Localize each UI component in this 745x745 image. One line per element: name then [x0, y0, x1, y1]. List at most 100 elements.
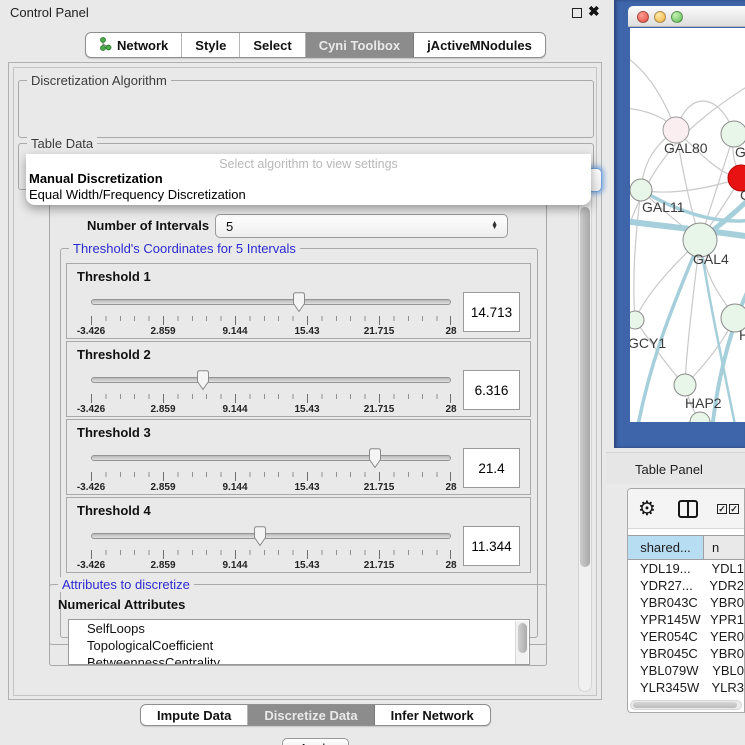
cyni-mode-tabs: Impute Data Discretize Data Infer Networ… [140, 704, 491, 726]
numerical-attributes-label: Numerical Attributes [58, 597, 185, 612]
threshold-2-value-field[interactable]: 6.316 [463, 370, 520, 410]
threshold-1-slider[interactable] [91, 292, 451, 316]
tab-discretize-data[interactable]: Discretize Data [248, 705, 374, 725]
slider-track[interactable] [91, 533, 451, 539]
table-panel-body: ⚙ ✓ ✓ shared... n YDL19...YDL1 YDR27...Y… [627, 488, 745, 713]
slider-track[interactable] [91, 377, 451, 383]
numerical-attributes-list[interactable]: SelfLoops TopologicalCoefficient Between… [68, 619, 530, 665]
threshold-3-label: Threshold 3 [77, 425, 151, 440]
table-row[interactable]: YBR043CYBR0 [628, 594, 744, 611]
slider-tick-labels: -3.426 2.859 9.144 15.43 21.715 28 [91, 326, 451, 338]
control-panel-titlebar: Control Panel ✖ [0, 0, 610, 24]
table-horizontal-scrollbar[interactable] [630, 700, 742, 710]
node-label: GA [735, 144, 745, 160]
tab-style[interactable]: Style [182, 33, 240, 57]
threshold-4-slider[interactable] [91, 526, 451, 550]
tab-jactivemnodules-label: jActiveMNodules [427, 38, 532, 53]
algorithm-option-manual[interactable]: Manual Discretization [29, 171, 163, 186]
table-panel-title: Table Panel [635, 462, 703, 477]
tab-discretize-data-label: Discretize Data [264, 708, 357, 723]
slider-track[interactable] [91, 299, 451, 305]
gear-icon[interactable]: ⚙ [638, 496, 656, 521]
slider-thumb[interactable] [367, 448, 383, 469]
close-traffic-light-icon[interactable] [637, 11, 649, 23]
panel-scrollbar-thumb[interactable] [580, 207, 590, 567]
zoom-traffic-light-icon[interactable] [671, 11, 683, 23]
screen: Control Panel ✖ Network Style Select Cyn… [0, 0, 745, 745]
slider-track[interactable] [91, 455, 451, 461]
column-header-shared-name[interactable]: shared... [628, 536, 704, 559]
network-view-window[interactable]: GAL80 GA C GAL11 GAL4 GCY1 H HAP2 [614, 0, 745, 448]
split-view-icon[interactable] [678, 500, 698, 518]
column-header-name[interactable]: n [704, 536, 744, 559]
threshold-3-panel: Threshold 3 -3.426 2.859 9.144 15.43 21.… [66, 419, 531, 495]
slider-thumb[interactable] [252, 526, 268, 547]
node-gal11[interactable] [630, 179, 652, 201]
node-label: HAP2 [685, 395, 722, 411]
control-panel-tabs: Network Style Select Cyni Toolbox jActiv… [85, 32, 546, 58]
table-row[interactable]: YLR345WYLR3 [628, 679, 744, 696]
panel-scrollbar[interactable] [578, 192, 592, 692]
threshold-3-value-field[interactable]: 21.4 [463, 448, 520, 488]
slider-ticks [91, 394, 451, 404]
list-item[interactable]: BetweennessCentrality [69, 654, 529, 665]
node-bottom-partial[interactable] [690, 412, 710, 422]
number-of-intervals-label: Number of Intervals [87, 218, 209, 233]
algorithm-option-equal-width[interactable]: Equal Width/Frequency Discretization [29, 187, 246, 202]
discretization-algorithm-group: Discretization Algorithm [18, 80, 594, 138]
threshold-4-value-field[interactable]: 11.344 [463, 526, 520, 566]
discretize-tab-content: Discretization Algorithm ▲▼ Select algor… [13, 67, 597, 696]
tab-network[interactable]: Network [86, 33, 182, 57]
threshold-4-panel: Threshold 4 -3.426 2.859 9.144 15.43 21.… [66, 497, 531, 573]
list-item[interactable]: SelfLoops [69, 620, 529, 637]
node-label: GAL4 [693, 251, 729, 267]
list-scrollbar-thumb[interactable] [518, 623, 527, 653]
float-window-icon[interactable] [572, 8, 582, 18]
slider-ticks [91, 550, 451, 560]
tab-infer-network-label: Infer Network [391, 708, 474, 723]
thresholds-group-title: Threshold's Coordinates for 5 Intervals [69, 241, 300, 256]
tab-impute-data[interactable]: Impute Data [141, 705, 248, 725]
algorithm-dropdown-hint: Select algorithm to view settings [26, 157, 591, 171]
network-window-titlebar[interactable] [628, 6, 745, 27]
tab-cyni-toolbox[interactable]: Cyni Toolbox [306, 33, 414, 57]
table-row[interactable]: YBR045CYBR0 [628, 645, 744, 662]
algorithm-dropdown-popup: Select algorithm to view settings Manual… [26, 154, 591, 205]
number-of-intervals-value: 5 [226, 219, 233, 234]
apply-button[interactable]: Apply [282, 738, 349, 745]
threshold-2-slider[interactable] [91, 370, 451, 394]
list-scrollbar[interactable] [515, 621, 528, 665]
node-hap2[interactable] [674, 374, 696, 396]
table-row[interactable]: YBL079WYBL0 [628, 662, 744, 679]
node-label: C [740, 187, 745, 203]
slider-tick-labels: -3.426 2.859 9.144 15.43 21.715 28 [91, 560, 451, 572]
table-horizontal-scrollbar-thumb[interactable] [633, 702, 737, 708]
slider-thumb[interactable] [291, 292, 307, 313]
tab-infer-network[interactable]: Infer Network [375, 705, 490, 725]
slider-tick-labels: -3.426 2.859 9.144 15.43 21.715 28 [91, 404, 451, 416]
table-toolbar: ⚙ ✓ ✓ [628, 489, 744, 529]
network-canvas[interactable]: GAL80 GA C GAL11 GAL4 GCY1 H HAP2 [630, 28, 745, 422]
threshold-1-value-field[interactable]: 14.713 [463, 292, 520, 332]
table-row[interactable]: YIL052CYIL0 [628, 696, 744, 699]
table-row[interactable]: YER054CYER0 [628, 628, 744, 645]
control-panel-title: Control Panel [10, 5, 89, 20]
threshold-3-slider[interactable] [91, 448, 451, 472]
minimize-traffic-light-icon[interactable] [654, 11, 666, 23]
checkbox-icon[interactable]: ✓ [729, 504, 739, 514]
tab-style-label: Style [195, 38, 226, 53]
table-row[interactable]: YDL19...YDL1 [628, 560, 744, 577]
node-gcy1[interactable] [630, 311, 644, 329]
table-row[interactable]: YDR27...YDR2 [628, 577, 744, 594]
close-icon[interactable]: ✖ [588, 3, 600, 20]
slider-tick-labels: -3.426 2.859 9.144 15.43 21.715 28 [91, 482, 451, 494]
checkbox-icon[interactable]: ✓ [717, 504, 727, 514]
slider-thumb[interactable] [195, 370, 211, 391]
tab-jactivemnodules[interactable]: jActiveMNodules [414, 33, 545, 57]
tab-select[interactable]: Select [240, 33, 305, 57]
number-of-intervals-combobox[interactable]: 5 ▲▼ [215, 214, 508, 238]
table-row[interactable]: YPR145WYPR1 [628, 611, 744, 628]
threshold-1-panel: Threshold 1 -3.426 2.859 9.144 15.43 21.… [66, 263, 531, 339]
discretization-algorithm-group-title: Discretization Algorithm [27, 73, 171, 88]
list-item[interactable]: TopologicalCoefficient [69, 637, 529, 654]
